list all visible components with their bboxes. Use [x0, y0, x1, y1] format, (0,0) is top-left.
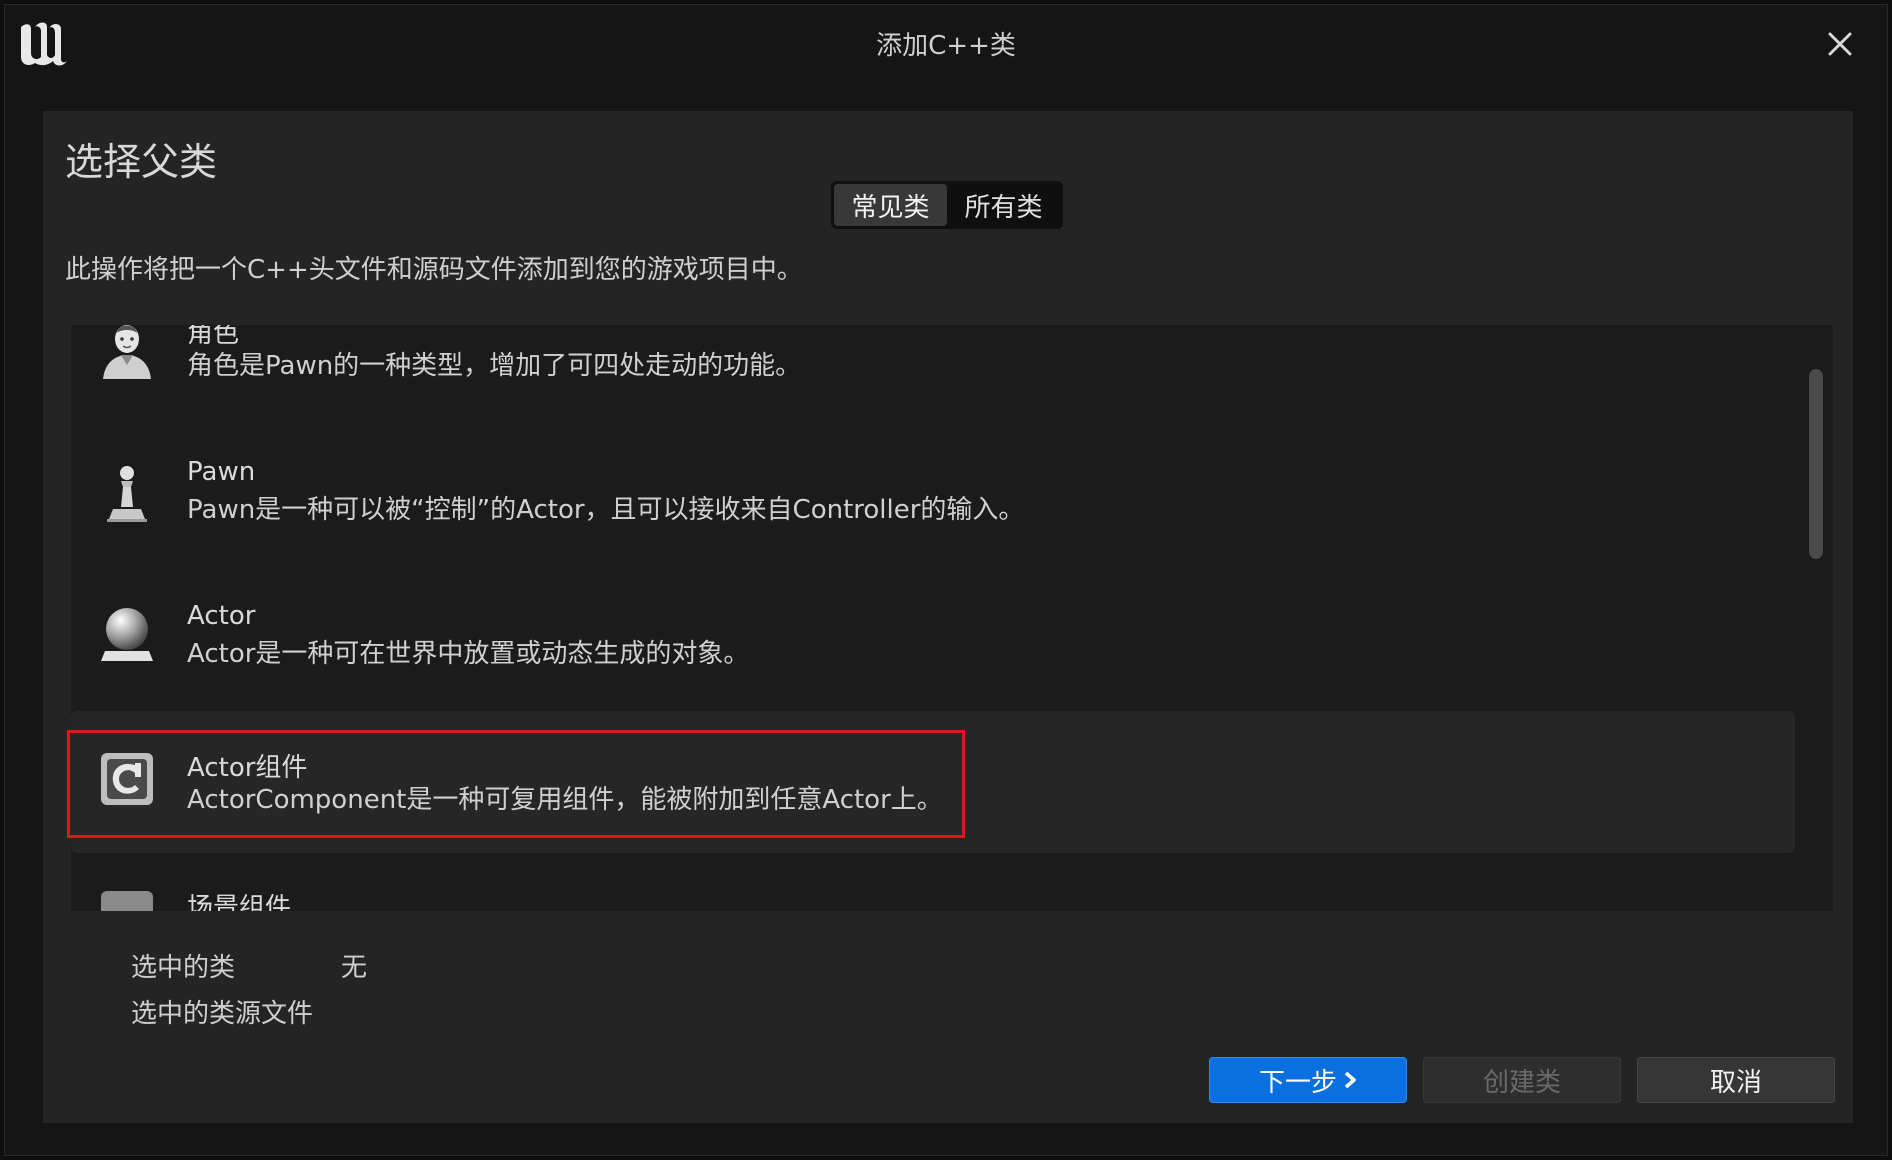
item-name: 场景组件 [187, 893, 292, 911]
item-description: 角色是Pawn的一种类型，增加了可四处走动的功能。 [187, 351, 802, 381]
close-icon[interactable] [1823, 27, 1857, 61]
next-button[interactable]: 下一步 [1209, 1057, 1407, 1103]
class-filter-tabs: 常见类 所有类 [831, 181, 1063, 229]
list-scrollbar[interactable] [1809, 369, 1823, 559]
scene-component-icon [101, 891, 153, 911]
cancel-button[interactable]: 取消 [1637, 1057, 1835, 1103]
list-item-pawn[interactable]: Pawn Pawn是一种可以被“控制”的Actor，且可以接收来自Control… [71, 445, 1795, 587]
next-button-label: 下一步 [1258, 1067, 1337, 1098]
dialog-content: 选择父类 常见类 所有类 此操作将把一个C++头文件和源码文件添加到您的游戏项目… [43, 111, 1853, 1123]
chevron-right-icon [1344, 1071, 1356, 1089]
title-bar: 添加C++类 [5, 5, 1887, 75]
tab-common-classes[interactable]: 常见类 [834, 184, 947, 226]
list-item-actor[interactable]: Actor Actor是一种可在世界中放置或动态生成的对象。 [71, 589, 1795, 731]
list-item-actor-component[interactable]: Actor组件 ActorComponent是一种可复用组件，能被附加到任意Ac… [71, 711, 1795, 853]
tab-all-classes[interactable]: 所有类 [947, 184, 1060, 226]
item-description: Actor是一种可在世界中放置或动态生成的对象。 [187, 639, 750, 669]
item-name: Pawn [187, 457, 256, 487]
page-title: 选择父类 [65, 140, 218, 184]
actor-icon [101, 608, 153, 661]
page-description: 此操作将把一个C++头文件和源码文件添加到您的游戏项目中。 [65, 255, 803, 285]
pawn-icon [107, 466, 147, 522]
item-description: Pawn是一种可以被“控制”的Actor，且可以接收来自Controller的输… [187, 495, 1025, 525]
item-description: ActorComponent是一种可复用组件，能被附加到任意Actor上。 [187, 785, 943, 815]
window-title: 添加C++类 [876, 31, 1016, 61]
actor-component-icon [101, 753, 153, 805]
add-cpp-class-dialog: 添加C++类 选择父类 常见类 所有类 此操作将把一个C++头文件和源码文件添加… [4, 4, 1888, 1156]
parent-class-list: 角色 角色是Pawn的一种类型，增加了可四处走动的功能。 Pawn Pawn是一… [71, 325, 1833, 911]
list-item-character[interactable]: 角色 角色是Pawn的一种类型，增加了可四处走动的功能。 [71, 325, 1795, 443]
selected-class-source-label: 选中的类源文件 [131, 999, 314, 1029]
create-class-button[interactable]: 创建类 [1423, 1057, 1621, 1103]
selected-class-value: 无 [341, 953, 368, 983]
list-item-scene-component[interactable]: 场景组件 [71, 869, 1795, 911]
character-icon [103, 325, 151, 379]
item-name: Actor [187, 601, 256, 631]
selected-class-label: 选中的类 [131, 953, 236, 983]
